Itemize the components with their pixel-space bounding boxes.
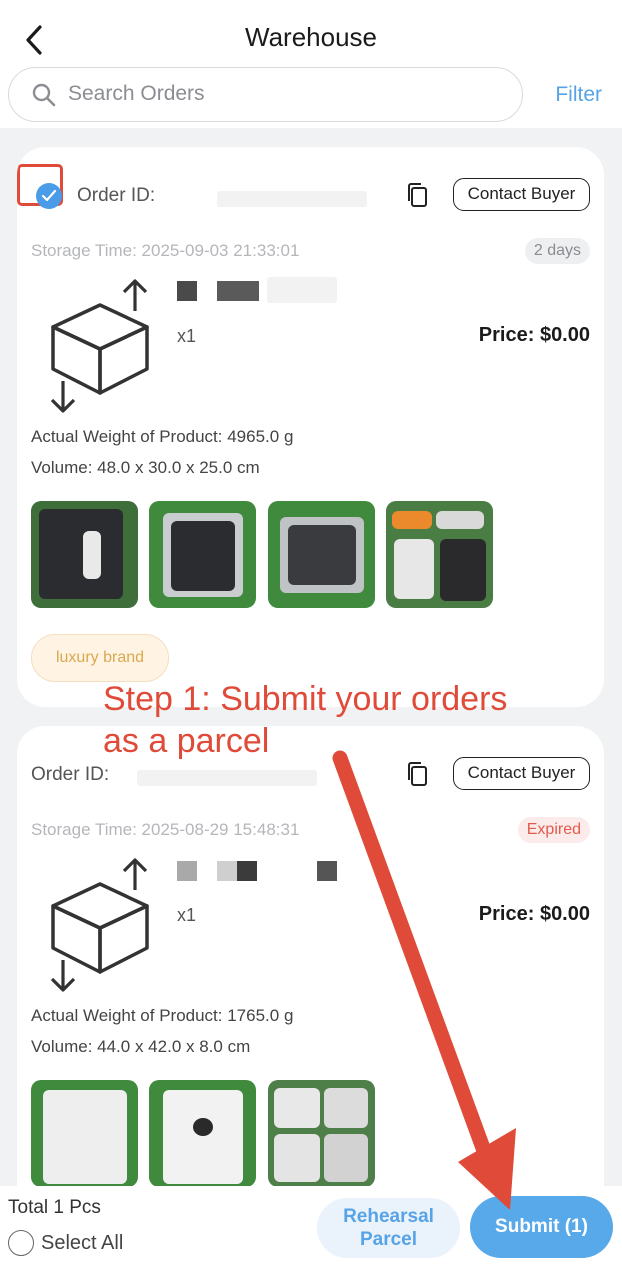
top-bar: Warehouse Search Orders Filter xyxy=(0,0,622,128)
product-name-redacted xyxy=(217,861,237,881)
product-name-redacted xyxy=(177,861,197,881)
order-id-redacted xyxy=(217,191,367,207)
volume: Volume: 44.0 x 42.0 x 8.0 cm xyxy=(31,1037,251,1056)
rehearsal-parcel-button[interactable]: Rehearsal Parcel xyxy=(317,1198,460,1258)
status-badge: 2 days xyxy=(524,238,590,264)
product-photo[interactable] xyxy=(149,501,256,608)
order-checkbox-checked[interactable] xyxy=(36,183,62,209)
product-name-redacted xyxy=(267,277,337,303)
annotation-line: as a parcel xyxy=(103,722,270,760)
storage-time: Storage Time: 2025-08-29 15:48:31 xyxy=(31,820,300,839)
product-name-redacted xyxy=(237,861,257,881)
package-icon xyxy=(45,856,155,996)
volume: Volume: 48.0 x 30.0 x 25.0 cm xyxy=(31,458,260,477)
product-photo[interactable] xyxy=(268,1080,375,1187)
product-photo[interactable] xyxy=(268,501,375,608)
search-input[interactable]: Search Orders xyxy=(8,67,523,122)
bottom-action-bar: Total 1 Pcs Select All Rehearsal Parcel … xyxy=(0,1186,622,1282)
package-icon xyxy=(45,277,155,417)
contact-buyer-button[interactable]: Contact Buyer xyxy=(453,178,590,211)
order-id-label: Order ID: xyxy=(31,764,110,785)
luxury-brand-tag: luxury brand xyxy=(31,634,169,682)
quantity: x1 xyxy=(177,905,197,925)
product-photo[interactable] xyxy=(386,501,493,608)
total-count: Total 1 Pcs xyxy=(8,1197,101,1218)
price: Price: $0.00 xyxy=(478,903,590,925)
product-name-redacted xyxy=(217,281,259,301)
order-card: Order ID: Contact Buyer Storage Time: 20… xyxy=(17,726,604,1196)
select-all-label: Select All xyxy=(41,1232,124,1254)
product-name-redacted xyxy=(177,281,197,301)
order-id-label: Order ID: xyxy=(77,185,156,206)
copy-icon[interactable] xyxy=(406,182,428,208)
rehearsal-label-line: Parcel xyxy=(359,1229,418,1250)
product-photo[interactable] xyxy=(31,1080,138,1187)
search-placeholder: Search Orders xyxy=(68,82,205,105)
status-badge: Expired xyxy=(517,817,590,843)
annotation-step-text: Step 1: Submit your orders as a parcel xyxy=(103,678,583,762)
search-icon xyxy=(31,82,57,108)
product-name-redacted xyxy=(317,861,337,881)
storage-time: Storage Time: 2025-09-03 21:33:01 xyxy=(31,241,300,260)
actual-weight: Actual Weight of Product: 4965.0 g xyxy=(31,427,294,446)
copy-icon[interactable] xyxy=(406,761,428,787)
price: Price: $0.00 xyxy=(478,324,590,346)
filter-button[interactable]: Filter xyxy=(555,83,602,107)
quantity: x1 xyxy=(177,326,197,346)
product-photo[interactable] xyxy=(149,1080,256,1187)
page-title: Warehouse xyxy=(245,22,377,52)
radio-unchecked-icon[interactable] xyxy=(8,1230,34,1256)
actual-weight: Actual Weight of Product: 1765.0 g xyxy=(31,1006,294,1025)
rehearsal-label-line: Rehearsal xyxy=(343,1206,434,1227)
order-card: Order ID: Contact Buyer Storage Time: 20… xyxy=(17,147,604,707)
order-id-redacted xyxy=(137,770,317,786)
product-photo[interactable] xyxy=(31,501,138,608)
annotation-line: Step 1: Submit your orders xyxy=(103,680,508,718)
submit-button[interactable]: Submit (1) xyxy=(470,1196,613,1258)
